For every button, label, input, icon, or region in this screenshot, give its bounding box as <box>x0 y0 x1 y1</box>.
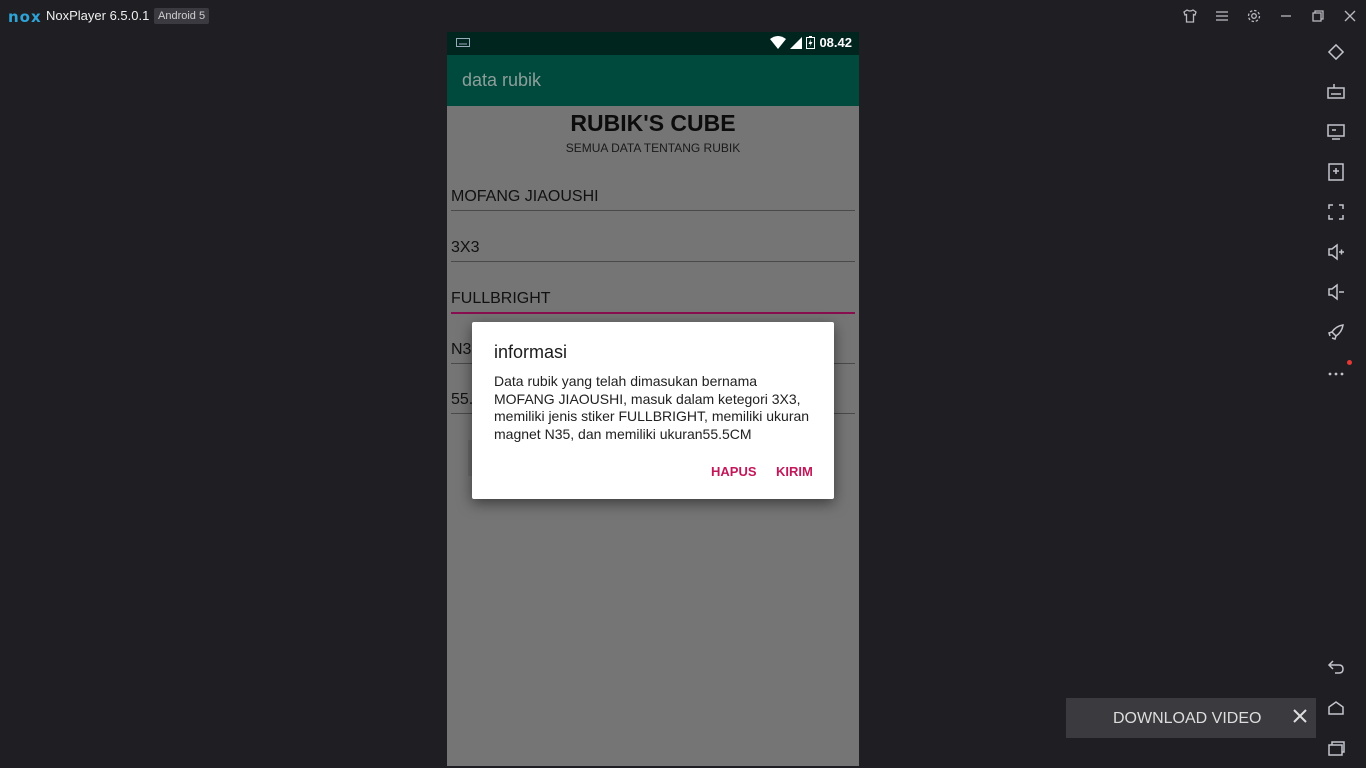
close-icon[interactable] <box>1340 6 1360 26</box>
app-bar-title: data rubik <box>462 70 542 90</box>
signal-icon <box>790 36 803 49</box>
status-bar: 08.42 <box>447 32 859 55</box>
dialog-title: informasi <box>494 342 568 362</box>
menu-icon[interactable] <box>1212 6 1232 26</box>
wifi-icon <box>770 36 787 49</box>
sticker-field[interactable]: FULLBRIGHT <box>451 284 855 314</box>
minimize-icon[interactable] <box>1276 6 1296 26</box>
close-icon[interactable] <box>1292 708 1308 724</box>
recents-icon[interactable] <box>1324 736 1348 760</box>
keyboard-status-icon <box>456 38 470 47</box>
screen-icon[interactable] <box>1324 120 1348 144</box>
category-field-value: 3X3 <box>451 239 480 256</box>
restore-icon[interactable] <box>1308 6 1328 26</box>
home-icon[interactable] <box>1324 696 1348 720</box>
download-video-label: DOWNLOAD VIDEO <box>1113 710 1262 727</box>
category-field[interactable]: 3X3 <box>451 233 855 262</box>
emulator-sidebar <box>1316 32 1356 768</box>
magnet-field-value: N3 <box>451 341 472 358</box>
info-dialog: informasi Data rubik yang telah dimasuka… <box>472 322 834 499</box>
fullscreen-icon[interactable] <box>1324 200 1348 224</box>
rotate-icon[interactable] <box>1324 40 1348 64</box>
volume-up-icon[interactable] <box>1324 240 1348 264</box>
status-time: 08.42 <box>819 35 852 50</box>
app-title: NoxPlayer 6.5.0.1 <box>46 8 150 23</box>
keyboard-icon[interactable] <box>1324 80 1348 104</box>
app-bar: data rubik <box>447 55 859 106</box>
page-subheading: SEMUA DATA TENTANG RUBIK <box>565 141 741 155</box>
page-heading: RUBIK'S CUBE <box>570 110 736 136</box>
volume-down-icon[interactable] <box>1324 280 1348 304</box>
more-icon[interactable] <box>1324 360 1348 384</box>
shirt-icon[interactable] <box>1180 6 1200 26</box>
kirim-button[interactable]: KIRIM <box>776 464 813 479</box>
notification-dot <box>1347 360 1352 365</box>
size-field-value: 55. <box>451 391 474 408</box>
battery-icon <box>806 36 816 49</box>
name-field[interactable]: MOFANG JIAOUSHI <box>451 182 855 211</box>
hapus-button[interactable]: HAPUS <box>711 464 757 479</box>
download-video-toast[interactable]: DOWNLOAD VIDEO <box>1066 698 1316 738</box>
sticker-field-value: FULLBRIGHT <box>451 290 551 307</box>
nox-logo: nox <box>8 8 42 26</box>
apk-install-icon[interactable] <box>1324 160 1348 184</box>
back-icon[interactable] <box>1324 655 1348 679</box>
name-field-value: MOFANG JIAOUSHI <box>451 188 599 205</box>
rocket-icon[interactable] <box>1324 320 1348 344</box>
android-version-badge: Android 5 <box>154 8 210 24</box>
window-titlebar: nox NoxPlayer 6.5.0.1 Android 5 <box>0 0 1366 32</box>
gear-icon[interactable] <box>1244 6 1264 26</box>
dialog-message: Data rubik yang telah dimasukan bernama … <box>494 373 810 442</box>
